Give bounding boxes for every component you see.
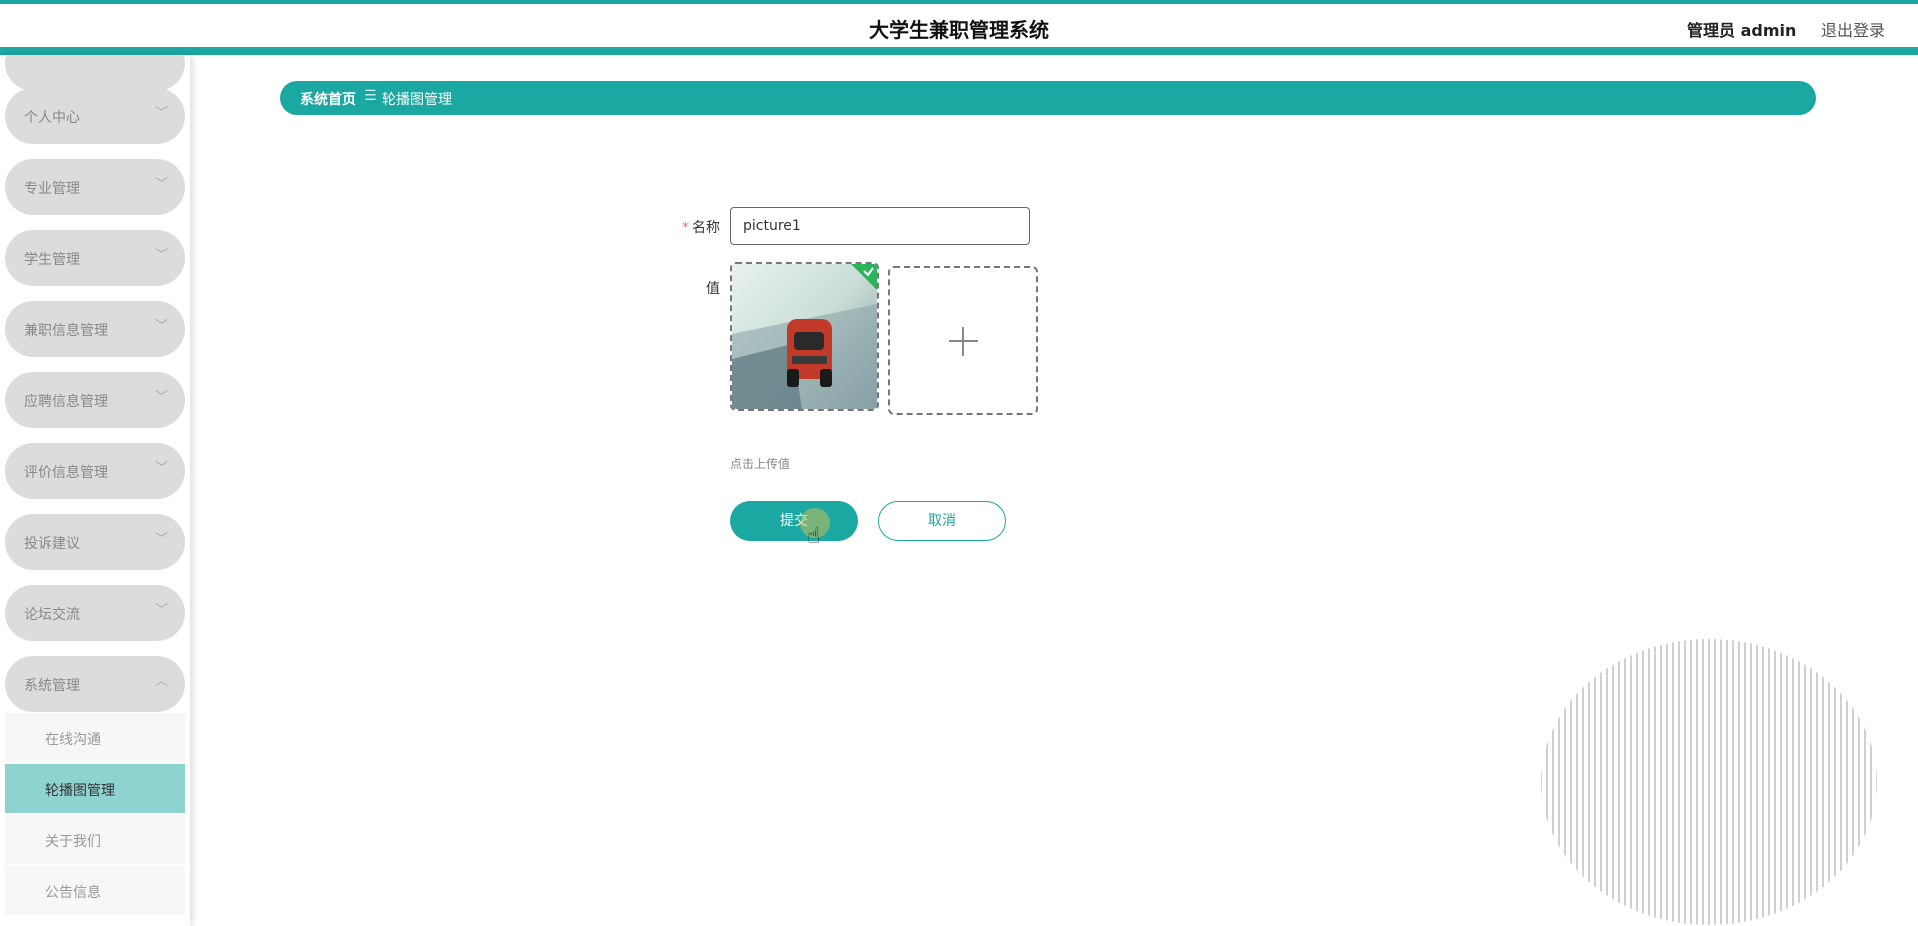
required-mark: * [682, 220, 689, 236]
sidebar-item-label: 论坛交流 [24, 607, 80, 623]
chevron-down-icon: ﹀ [155, 461, 169, 476]
sidebar-subitem-chat[interactable]: 在线沟通 [5, 713, 185, 762]
success-check-icon [851, 264, 877, 290]
sidebar-item-complaints[interactable]: 投诉建议 ﹀ [5, 514, 185, 570]
sidebar-item-label: 学生管理 [24, 252, 80, 268]
sidebar-item-jobs[interactable]: 兼职信息管理 ﹀ [5, 301, 185, 357]
sidebar-item-major[interactable]: 专业管理 ﹀ [5, 159, 185, 215]
chevron-down-icon: ﹀ [155, 106, 169, 121]
chevron-down-icon: ﹀ [155, 603, 169, 618]
name-label-text: 名称 [692, 220, 720, 236]
chevron-down-icon: ﹀ [155, 390, 169, 405]
header-divider [0, 47, 1918, 55]
sidebar-subitem-label: 关于我们 [45, 834, 101, 850]
sidebar-item-label: 兼职信息管理 [24, 323, 108, 339]
sidebar-item-label: 评价信息管理 [24, 465, 108, 481]
value-label: 值 [706, 281, 720, 297]
sidebar-item-applications[interactable]: 应聘信息管理 ﹀ [5, 372, 185, 428]
chevron-down-icon: ﹀ [155, 319, 169, 334]
sidebar-item-hidden[interactable] [5, 55, 185, 91]
chevron-up-icon: ︿ [155, 674, 169, 689]
chevron-down-icon: ﹀ [155, 248, 169, 263]
sidebar-item-system[interactable]: 系统管理 ︿ [5, 656, 185, 712]
sidebar-item-label: 系统管理 [24, 678, 80, 694]
sidebar-subitem-label: 在线沟通 [45, 732, 101, 748]
name-label: * 名称 [682, 217, 720, 237]
sidebar-subitem-notice[interactable]: 公告信息 [5, 866, 185, 915]
sidebar-item-profile[interactable]: 个人中心 ﹀ [5, 88, 185, 144]
breadcrumb-current: 轮播图管理 [382, 92, 452, 108]
cancel-button[interactable]: 取消 [878, 501, 1006, 541]
sidebar-item-reviews[interactable]: 评价信息管理 ﹀ [5, 443, 185, 499]
sidebar-item-forum[interactable]: 论坛交流 ﹀ [5, 585, 185, 641]
chevron-down-icon: ﹀ [155, 532, 169, 547]
upload-tip: 点击上传值 [730, 457, 791, 471]
sidebar-subitem-label: 公告信息 [45, 885, 101, 901]
sidebar-item-label: 个人中心 [24, 110, 80, 126]
sidebar-item-label: 专业管理 [24, 181, 80, 197]
breadcrumb-home[interactable]: 系统首页 [300, 89, 356, 109]
breadcrumb-separator-icon: ☰ [364, 88, 377, 104]
breadcrumb: 系统首页 ☰ 轮播图管理 [280, 81, 1816, 115]
current-user: 管理员 admin [1687, 21, 1797, 40]
plus-icon [949, 327, 978, 356]
sidebar-item-label: 投诉建议 [24, 536, 80, 552]
name-input[interactable] [730, 207, 1030, 245]
upload-button[interactable] [888, 266, 1038, 415]
app-title: 大学生兼职管理系统 [869, 18, 1049, 42]
submit-button[interactable]: 提交 [730, 501, 858, 541]
hand-cursor-icon: ☝ [807, 524, 821, 549]
chevron-down-icon: ﹀ [155, 177, 169, 192]
decorative-striped-circle [1541, 639, 1877, 925]
sidebar-item-students[interactable]: 学生管理 ﹀ [5, 230, 185, 286]
header: 大学生兼职管理系统 管理员 admin 退出登录 [0, 4, 1918, 47]
sidebar-subitem-carousel[interactable]: 轮播图管理 [5, 764, 185, 813]
logout-link[interactable]: 退出登录 [1821, 17, 1885, 41]
sidebar-item-label: 应聘信息管理 [24, 394, 108, 410]
sidebar-subitem-label: 轮播图管理 [45, 783, 115, 799]
sidebar-subitem-about[interactable]: 关于我们 [5, 815, 185, 864]
sidebar: 个人中心 ﹀ 专业管理 ﹀ 学生管理 ﹀ 兼职信息管理 ﹀ 应聘信息管理 ﹀ 评… [0, 55, 190, 926]
uploaded-image-thumbnail[interactable] [730, 262, 879, 411]
